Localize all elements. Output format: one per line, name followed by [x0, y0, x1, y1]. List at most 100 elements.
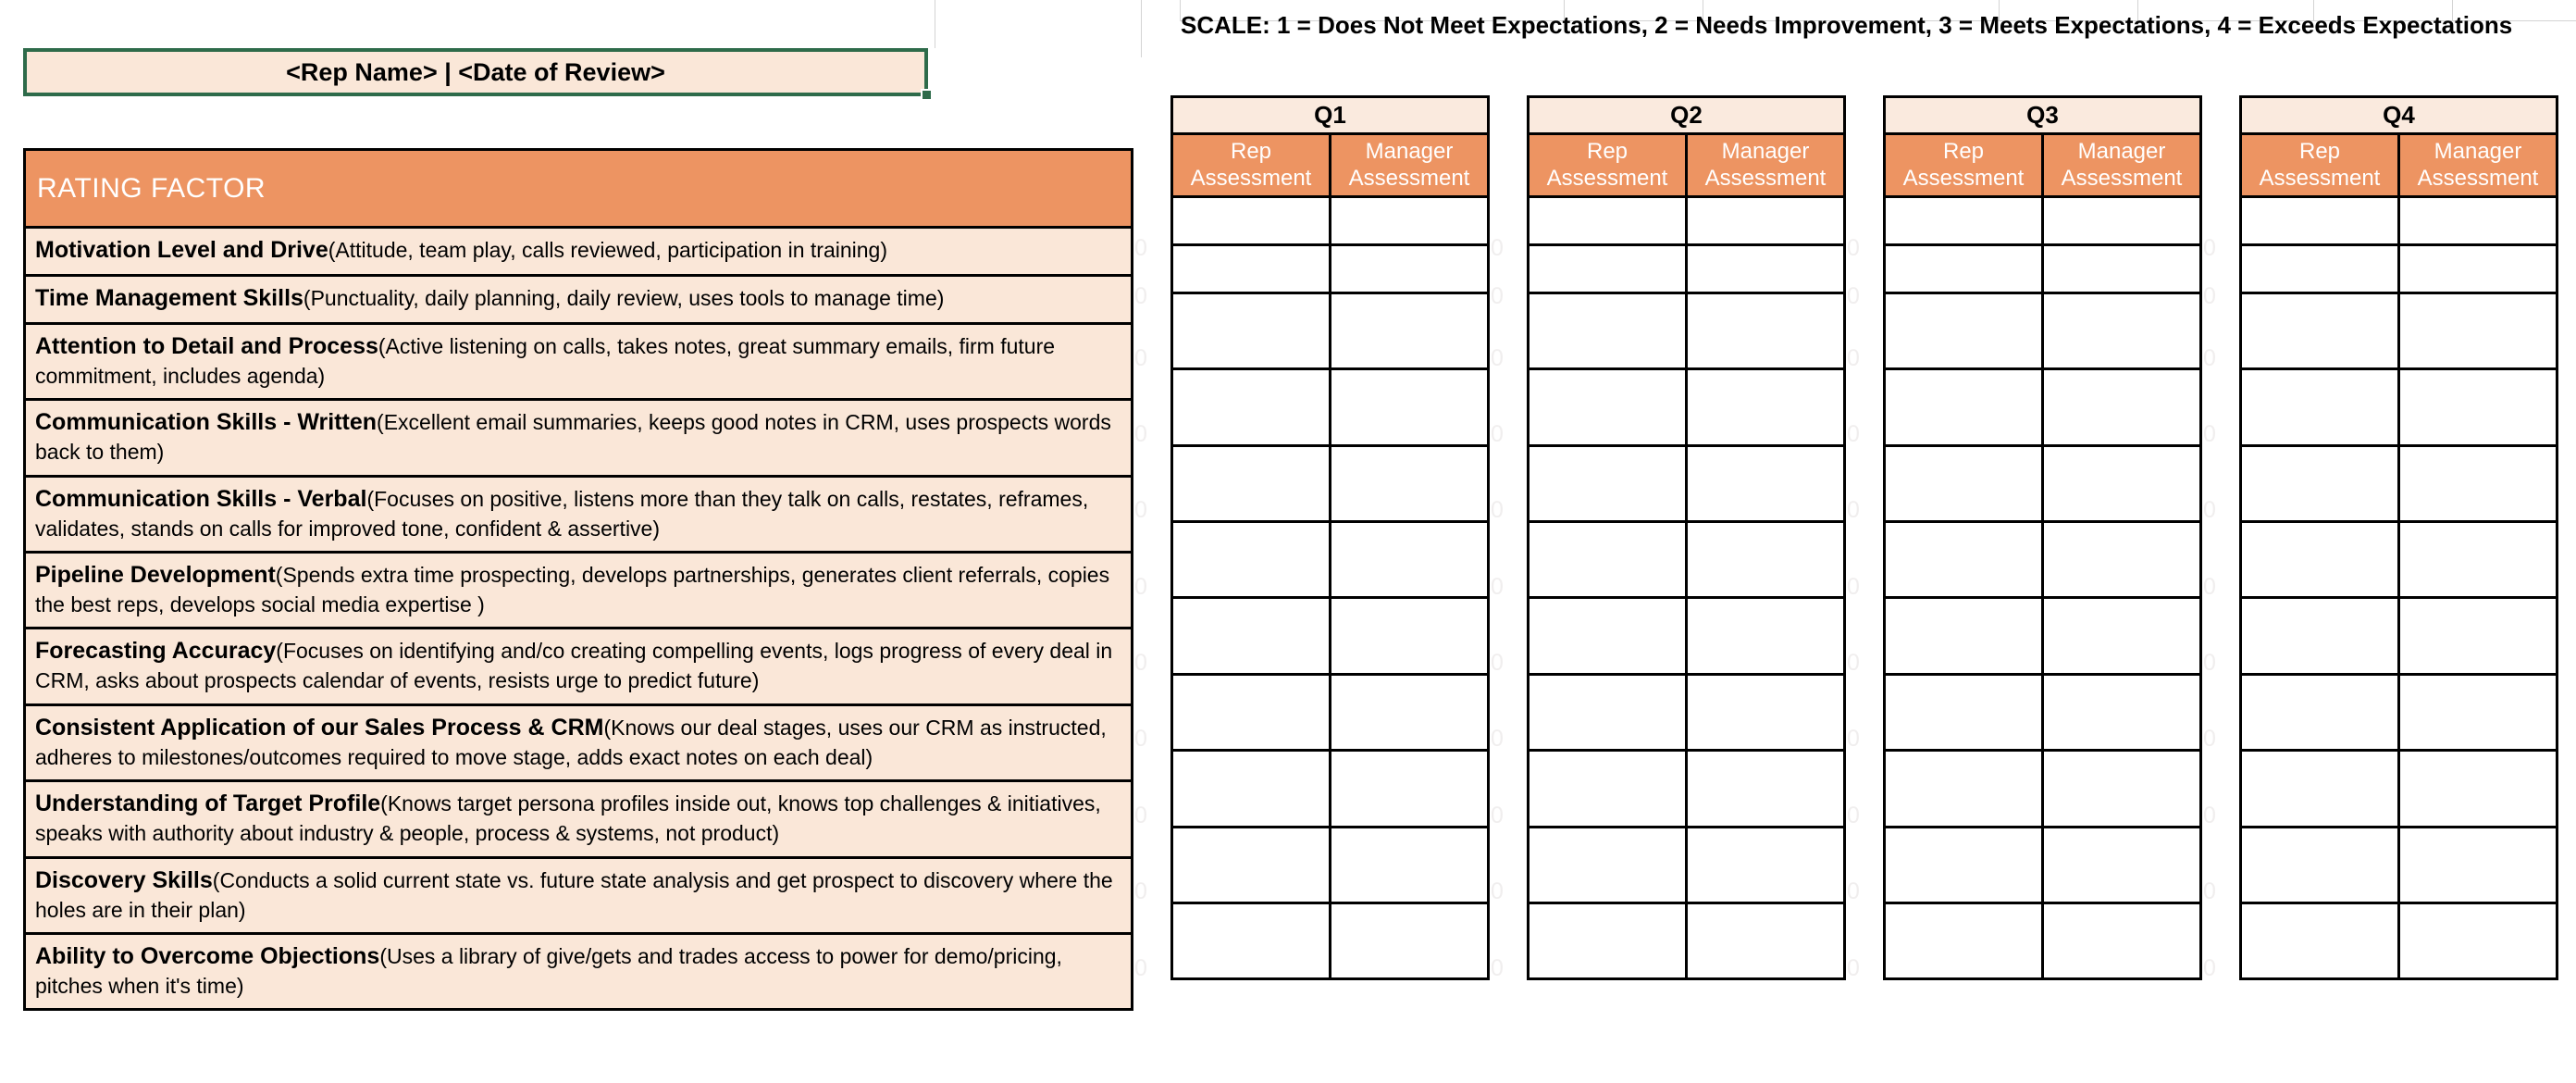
rating-factor-cell[interactable]: Understanding of Target Profile(Knows ta… — [23, 779, 1133, 859]
assessment-row[interactable] — [1527, 367, 1846, 447]
table-row[interactable]: Consistent Application of our Sales Proc… — [23, 703, 1133, 783]
table-row[interactable]: Communication Skills - Written(Excellent… — [23, 398, 1133, 478]
manager-assessment-cell[interactable] — [1329, 243, 1490, 294]
manager-assessment-cell[interactable] — [2397, 195, 2558, 246]
assessment-row[interactable] — [1527, 520, 1846, 600]
manager-assessment-cell[interactable] — [1329, 596, 1490, 676]
rep-assessment-cell[interactable] — [1883, 443, 2044, 524]
table-row[interactable]: Understanding of Target Profile(Knows ta… — [23, 779, 1133, 859]
assessment-row[interactable] — [1527, 672, 1846, 753]
rep-assessment-cell[interactable] — [1527, 195, 1688, 246]
rep-assessment-cell[interactable] — [2239, 901, 2400, 981]
table-row[interactable]: Forecasting Accuracy(Focuses on identify… — [23, 627, 1133, 706]
rep-assessment-cell[interactable] — [1170, 443, 1331, 524]
manager-assessment-cell[interactable] — [1685, 520, 1846, 600]
assessment-row[interactable] — [1170, 367, 1490, 447]
rating-factor-cell[interactable]: Motivation Level and Drive(Attitude, tea… — [23, 226, 1133, 277]
rep-assessment-cell[interactable] — [1170, 291, 1331, 371]
assessment-row[interactable] — [2239, 443, 2558, 524]
assessment-row[interactable] — [1883, 901, 2202, 981]
rep-assessment-cell[interactable] — [1883, 825, 2044, 904]
manager-assessment-cell[interactable] — [1685, 443, 1846, 524]
manager-assessment-cell[interactable] — [1329, 520, 1490, 600]
assessment-row[interactable] — [2239, 825, 2558, 904]
manager-assessment-cell[interactable] — [1685, 596, 1846, 676]
assessment-row[interactable] — [1527, 195, 1846, 246]
assessment-row[interactable] — [1883, 443, 2202, 524]
manager-assessment-cell[interactable] — [2397, 596, 2558, 676]
assessment-row[interactable] — [1883, 367, 2202, 447]
manager-assessment-cell[interactable] — [2041, 749, 2202, 828]
manager-assessment-cell[interactable] — [1685, 672, 1846, 753]
manager-assessment-cell[interactable] — [2397, 367, 2558, 447]
manager-assessment-cell[interactable] — [2041, 443, 2202, 524]
rep-assessment-cell[interactable] — [2239, 243, 2400, 294]
rep-assessment-cell[interactable] — [1170, 596, 1331, 676]
rating-factor-cell[interactable]: Consistent Application of our Sales Proc… — [23, 703, 1133, 783]
assessment-row[interactable] — [1883, 243, 2202, 294]
assessment-row[interactable] — [1527, 749, 1846, 828]
manager-assessment-cell[interactable] — [1329, 749, 1490, 828]
manager-assessment-cell[interactable] — [1685, 243, 1846, 294]
rep-assessment-cell[interactable] — [1883, 367, 2044, 447]
assessment-row[interactable] — [1527, 243, 1846, 294]
rating-factor-cell[interactable]: Time Management Skills(Punctuality, dail… — [23, 274, 1133, 325]
rep-assessment-cell[interactable] — [1527, 672, 1688, 753]
rep-assessment-cell[interactable] — [1883, 291, 2044, 371]
manager-assessment-cell[interactable] — [2041, 596, 2202, 676]
assessment-row[interactable] — [1527, 291, 1846, 371]
manager-assessment-cell[interactable] — [1329, 672, 1490, 753]
manager-assessment-cell[interactable] — [1329, 195, 1490, 246]
rep-assessment-cell[interactable] — [2239, 749, 2400, 828]
manager-assessment-cell[interactable] — [2397, 825, 2558, 904]
manager-assessment-cell[interactable] — [1685, 901, 1846, 981]
rating-factor-cell[interactable]: Ability to Overcome Objections(Uses a li… — [23, 931, 1133, 1012]
rep-assessment-cell[interactable] — [2239, 195, 2400, 246]
manager-assessment-cell[interactable] — [2041, 195, 2202, 246]
manager-assessment-cell[interactable] — [1685, 291, 1846, 371]
rep-assessment-cell[interactable] — [1527, 596, 1688, 676]
table-row[interactable]: Pipeline Development(Spends extra time p… — [23, 551, 1133, 630]
assessment-row[interactable] — [1883, 520, 2202, 600]
table-row[interactable]: Time Management Skills(Punctuality, dail… — [23, 274, 1133, 325]
manager-assessment-cell[interactable] — [1329, 291, 1490, 371]
manager-assessment-cell[interactable] — [1685, 195, 1846, 246]
assessment-row[interactable] — [2239, 243, 2558, 294]
rep-assessment-cell[interactable] — [1883, 901, 2044, 981]
assessment-row[interactable] — [1170, 243, 1490, 294]
manager-assessment-cell[interactable] — [2041, 672, 2202, 753]
table-row[interactable]: Communication Skills - Verbal(Focuses on… — [23, 474, 1133, 554]
manager-assessment-cell[interactable] — [1329, 825, 1490, 904]
assessment-row[interactable] — [1170, 291, 1490, 371]
manager-assessment-cell[interactable] — [2041, 901, 2202, 981]
assessment-row[interactable] — [1170, 443, 1490, 524]
rep-assessment-cell[interactable] — [2239, 672, 2400, 753]
rep-assessment-cell[interactable] — [1883, 749, 2044, 828]
manager-assessment-cell[interactable] — [1685, 749, 1846, 828]
rep-assessment-cell[interactable] — [1883, 596, 2044, 676]
rating-factor-cell[interactable]: Communication Skills - Written(Excellent… — [23, 398, 1133, 478]
assessment-row[interactable] — [1527, 443, 1846, 524]
table-row[interactable]: Ability to Overcome Objections(Uses a li… — [23, 931, 1133, 1012]
rep-assessment-cell[interactable] — [1883, 520, 2044, 600]
rep-assessment-cell[interactable] — [1170, 749, 1331, 828]
assessment-row[interactable] — [2239, 672, 2558, 753]
assessment-row[interactable] — [2239, 520, 2558, 600]
manager-assessment-cell[interactable] — [2397, 291, 2558, 371]
rep-assessment-cell[interactable] — [1527, 825, 1688, 904]
manager-assessment-cell[interactable] — [2397, 243, 2558, 294]
rep-assessment-cell[interactable] — [1170, 672, 1331, 753]
title-cell[interactable]: <Rep Name> | <Date of Review> — [23, 48, 928, 96]
rep-assessment-cell[interactable] — [1527, 901, 1688, 981]
manager-assessment-cell[interactable] — [1329, 901, 1490, 981]
rep-assessment-cell[interactable] — [1883, 195, 2044, 246]
manager-assessment-cell[interactable] — [2397, 520, 2558, 600]
rating-factor-cell[interactable]: Communication Skills - Verbal(Focuses on… — [23, 474, 1133, 554]
rep-assessment-cell[interactable] — [2239, 825, 2400, 904]
rep-assessment-cell[interactable] — [1170, 243, 1331, 294]
assessment-row[interactable] — [2239, 596, 2558, 676]
manager-assessment-cell[interactable] — [2397, 901, 2558, 981]
assessment-row[interactable] — [2239, 901, 2558, 981]
rep-assessment-cell[interactable] — [2239, 367, 2400, 447]
rep-assessment-cell[interactable] — [1527, 291, 1688, 371]
